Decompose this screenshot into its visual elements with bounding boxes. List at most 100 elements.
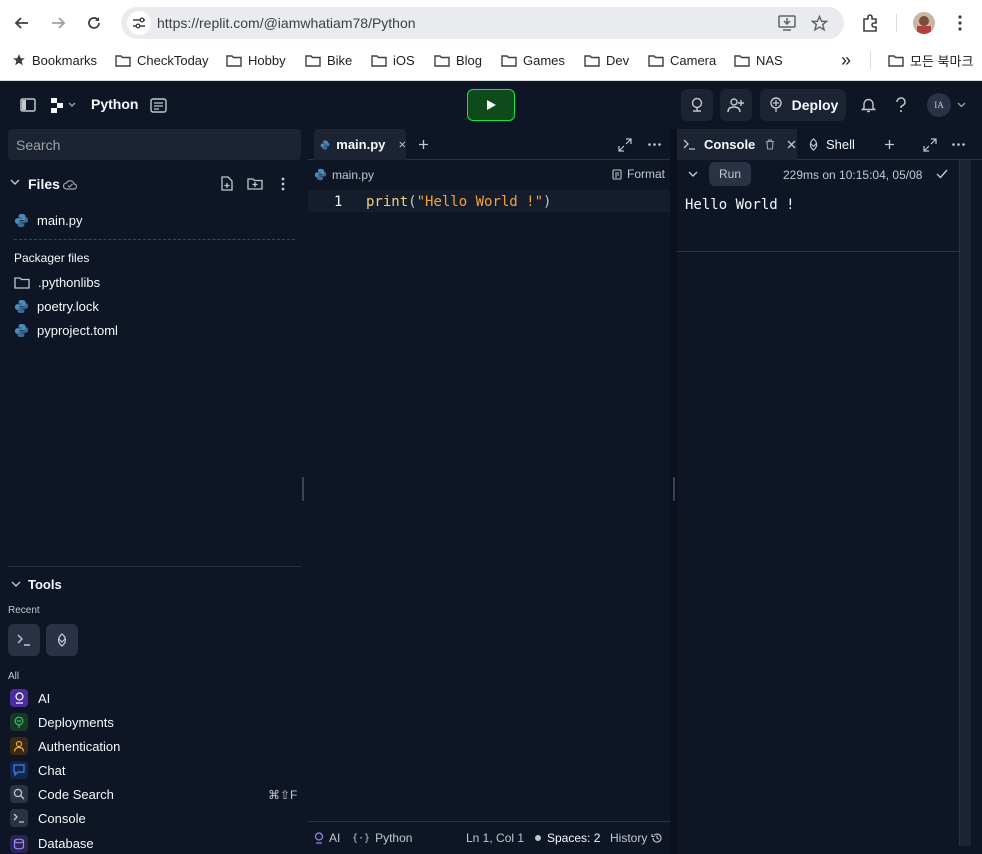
- bookmark-folder[interactable]: Bike: [305, 46, 352, 74]
- folder-icon: [115, 54, 131, 67]
- help-icon[interactable]: [892, 96, 910, 114]
- tool-deployments[interactable]: Deployments: [10, 713, 114, 731]
- files-section-header[interactable]: Files: [8, 173, 301, 195]
- repl-info-icon[interactable]: [149, 96, 167, 114]
- address-bar[interactable]: https://replit.com/@iamwhatiam78/Python: [121, 7, 844, 39]
- pane-splitter[interactable]: [670, 129, 677, 854]
- chevron-down-icon[interactable]: [688, 171, 698, 178]
- maximize-icon[interactable]: [923, 138, 937, 152]
- trash-icon[interactable]: [765, 139, 775, 150]
- file-item-pythonlibs[interactable]: .pythonlibs: [14, 275, 100, 290]
- console-tabbar: Console Shell: [677, 129, 982, 160]
- ai-assistant-button[interactable]: [681, 89, 713, 121]
- pane-resize-handle[interactable]: [673, 477, 675, 501]
- back-button[interactable]: [8, 9, 36, 37]
- browser-chrome: https://replit.com/@iamwhatiam78/Python …: [0, 0, 982, 81]
- status-history[interactable]: History: [610, 831, 663, 845]
- maximize-icon[interactable]: [618, 138, 632, 152]
- notifications-bell-icon[interactable]: [859, 96, 877, 114]
- deployments-icon: [10, 713, 28, 731]
- pane-resize-handle[interactable]: [302, 477, 304, 501]
- new-tab-icon[interactable]: [884, 139, 895, 150]
- all-label: All: [8, 671, 20, 682]
- reload-button[interactable]: [80, 9, 108, 37]
- forward-arrow-icon: [52, 17, 66, 29]
- all-bookmarks-folder[interactable]: 모든 북마크: [888, 46, 973, 74]
- forward-button[interactable]: [44, 9, 72, 37]
- invite-button[interactable]: [720, 89, 752, 121]
- console-run-badge[interactable]: Run: [709, 162, 751, 186]
- tool-authentication[interactable]: Authentication: [10, 737, 120, 755]
- more-options-icon[interactable]: [281, 177, 285, 191]
- new-file-icon[interactable]: [220, 176, 234, 191]
- tool-chat[interactable]: Chat: [10, 761, 65, 779]
- sidebar-toggle-icon[interactable]: [19, 97, 37, 113]
- file-item-main-py[interactable]: main.py: [14, 213, 83, 228]
- more-bookmarks-button[interactable]: »: [841, 46, 851, 74]
- bookmark-folder[interactable]: CheckToday: [115, 46, 209, 74]
- bookmark-folder[interactable]: Games: [501, 46, 565, 74]
- tab-console[interactable]: Console: [677, 129, 797, 160]
- star-icon: [13, 54, 25, 66]
- bookmarks-divider: [870, 51, 871, 69]
- tool-console[interactable]: Console: [10, 809, 86, 827]
- bookmark-folder[interactable]: Hobby: [226, 46, 286, 74]
- bookmark-folder[interactable]: Camera: [648, 46, 716, 74]
- search-input[interactable]: Search: [8, 129, 301, 160]
- shell-icon: [57, 633, 67, 647]
- bookmark-folder[interactable]: iOS: [371, 46, 415, 74]
- more-options-icon[interactable]: [648, 143, 661, 146]
- account-menu[interactable]: IA: [927, 93, 967, 117]
- recent-console-button[interactable]: [8, 624, 40, 656]
- folder-icon: [305, 54, 321, 67]
- star-bookmark-icon[interactable]: [809, 13, 829, 33]
- repl-title[interactable]: Python: [91, 96, 138, 112]
- bookmark-folder[interactable]: Dev: [584, 46, 629, 74]
- browser-menu-icon[interactable]: [950, 13, 970, 33]
- tool-ai[interactable]: AI: [10, 689, 50, 707]
- close-icon[interactable]: [787, 140, 796, 149]
- profile-avatar[interactable]: [913, 12, 935, 34]
- folder-icon: [371, 54, 387, 67]
- chevron-down-icon: [11, 581, 21, 587]
- code-line[interactable]: print("Hello World !"): [366, 194, 551, 210]
- replit-logo-menu[interactable]: [49, 95, 79, 115]
- more-options-icon[interactable]: [952, 143, 965, 146]
- site-settings-icon[interactable]: [127, 11, 151, 35]
- deploy-button[interactable]: Deploy: [760, 89, 846, 121]
- recent-label: Recent: [8, 605, 40, 616]
- console-pane: Console Shell Run 229ms on 10:15:04, 05/…: [677, 129, 982, 854]
- tool-code-search[interactable]: Code Search: [10, 785, 114, 803]
- tool-database[interactable]: Database: [10, 833, 94, 854]
- python-icon: [14, 323, 29, 338]
- tab-main-py[interactable]: main.py: [314, 129, 406, 160]
- file-item-poetry-lock[interactable]: poetry.lock: [14, 299, 99, 314]
- bookmark-bookmarks[interactable]: Bookmarks: [12, 46, 97, 74]
- deploy-icon: [769, 97, 782, 112]
- tools-section-header[interactable]: Tools: [8, 575, 301, 595]
- braces-icon: {·}: [352, 832, 371, 844]
- console-icon: [10, 809, 28, 827]
- status-ai[interactable]: AI: [314, 831, 340, 845]
- status-cursor-position[interactable]: Ln 1, Col 1: [466, 831, 524, 845]
- install-app-icon[interactable]: [777, 13, 797, 33]
- console-output: Hello World !: [685, 197, 795, 213]
- dot-indicator: [535, 835, 541, 841]
- console-scrollbar[interactable]: [959, 160, 971, 846]
- tab-shell[interactable]: Shell: [805, 129, 855, 160]
- editor-tabbar: main.py: [308, 129, 670, 160]
- format-button[interactable]: Format: [612, 167, 665, 181]
- bookmark-folder[interactable]: Blog: [434, 46, 482, 74]
- status-indentation[interactable]: Spaces: 2: [535, 831, 600, 845]
- breadcrumb[interactable]: main.py: [332, 168, 374, 182]
- file-item-pyproject-toml[interactable]: pyproject.toml: [14, 323, 118, 338]
- recent-shell-button[interactable]: [46, 624, 78, 656]
- run-button[interactable]: [467, 89, 515, 121]
- ai-icon: [691, 97, 703, 112]
- extensions-icon[interactable]: [860, 13, 880, 33]
- status-language[interactable]: {·} Python: [352, 831, 412, 845]
- close-icon[interactable]: [399, 140, 406, 149]
- new-tab-icon[interactable]: [418, 139, 429, 150]
- bookmark-folder[interactable]: NAS: [734, 46, 783, 74]
- new-folder-icon[interactable]: [247, 177, 263, 190]
